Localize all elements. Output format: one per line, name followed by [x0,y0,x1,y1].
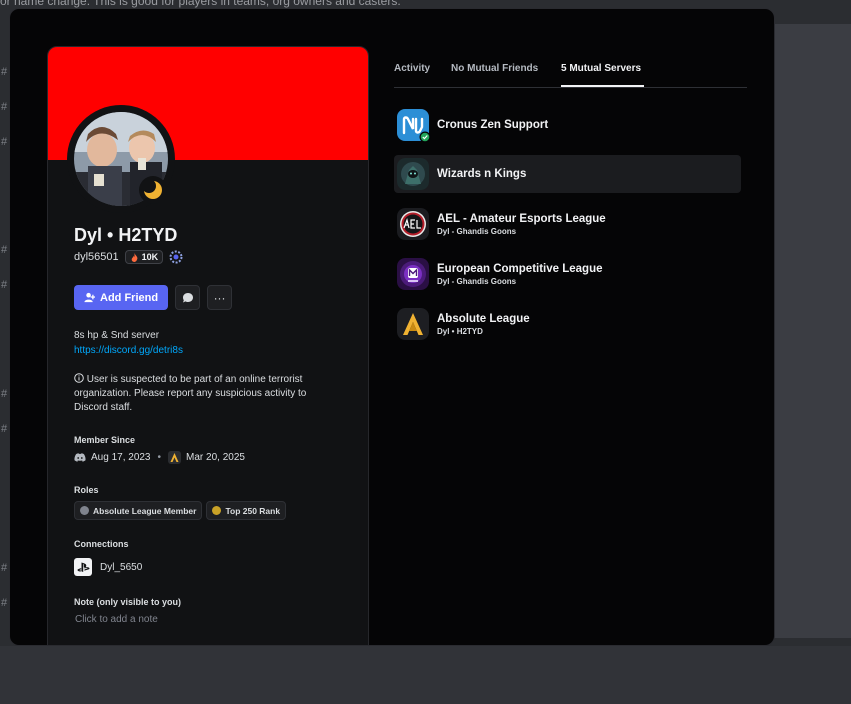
channel-hash-icon: # [1,66,8,78]
background-text: or name change. This is good for players… [0,0,401,8]
mutual-server-item[interactable]: Absolute League Dyl • H2TYD [394,305,741,343]
channel-hash-icon: # [1,597,8,609]
roles-list: Absolute League Member Top 250 Rank [74,501,287,520]
channel-hash-icon: # [1,388,8,400]
channel-hash-icon: # [1,562,8,574]
profile-tabs: Activity No Mutual Friends 5 Mutual Serv… [394,59,747,88]
add-friend-button[interactable]: Add Friend [74,285,169,310]
active-tab-indicator [561,85,644,87]
discord-member-date: Aug 17, 2023 [91,452,151,463]
username: dyl56501 [74,251,119,263]
server-name: Absolute League [437,312,530,325]
member-since-label: Member Since [74,435,136,445]
username-row: dyl56501 10K [74,250,183,264]
member-since-row: Aug 17, 2023 • Mar 20, 2025 [74,451,245,464]
bio-text: 8s hp & Snd server [74,330,160,341]
more-icon: ··· [213,290,226,305]
idle-status-icon [139,176,167,204]
wizards-icon [397,158,429,190]
connections-label: Connections [74,539,129,549]
background-footer [0,646,851,704]
server-member-date: Mar 20, 2025 [186,452,245,463]
server-nickname: Dyl • H2TYD [437,326,483,336]
roles-label: Roles [74,485,99,495]
bio-link[interactable]: https://discord.gg/detri8s [74,345,183,356]
profile-actions: Add Friend ··· [74,285,233,310]
more-options-button[interactable]: ··· [207,285,233,310]
connection-item[interactable]: Dyl_5650 [74,558,142,576]
flame-icon [131,252,138,262]
server-nickname: Dyl - Ghandis Goons [437,226,517,236]
role-color-dot [80,506,89,515]
channel-hash-icon: # [1,279,8,291]
server-name: Cronus Zen Support [437,119,549,131]
mutual-server-item[interactable]: European Competitive League Dyl - Ghandi… [394,255,741,293]
server-icon-absolute [168,451,182,464]
server-tag-badge[interactable]: 10K [124,250,164,264]
user-profile-modal: Dyl • H2TYD dyl56501 10K Add Friend ··· … [9,8,775,646]
bio-notice: User is suspected to be part of an onlin… [74,373,307,413]
absolute-league-icon [397,308,429,340]
channel-hash-icon: # [1,101,8,113]
mutual-server-item[interactable]: Wizards n Kings [394,155,741,193]
server-nickname: Dyl - Ghandis Goons [437,276,517,286]
server-name: European Competitive League [437,262,603,275]
background-panel [770,24,851,638]
server-name: Wizards n Kings [437,168,527,180]
playstation-icon [74,558,92,576]
info-icon [74,373,84,383]
add-user-icon [84,292,95,303]
role-chip[interactable]: Top 250 Rank [206,501,287,520]
display-name: Dyl • H2TYD [74,225,178,245]
channel-hash-icon: # [1,244,8,256]
note-input[interactable]: Click to add a note [75,614,158,625]
ecl-icon [397,258,429,290]
channel-hash-icon: # [1,136,8,148]
separator-dot: • [157,452,162,463]
tab-activity[interactable]: Activity [394,63,430,74]
tab-mutual-servers[interactable]: 5 Mutual Servers [561,63,641,74]
connection-name: Dyl_5650 [100,561,143,573]
role-chip[interactable]: Absolute League Member [74,501,203,520]
ael-icon [397,208,429,240]
discord-icon [74,452,86,462]
channel-hash-icon: # [1,423,8,435]
server-name: AEL - Amateur Esports League [437,212,606,225]
chat-bubble-icon [182,292,193,302]
avatar-container[interactable] [67,105,175,213]
role-color-dot [212,506,222,515]
nitro-badge-icon[interactable] [169,250,183,264]
cronus-zen-icon [397,109,431,143]
note-label: Note (only visible to you) [74,597,182,607]
mutual-server-item[interactable]: AEL - Amateur Esports League Dyl - Ghand… [394,205,741,243]
tab-mutual-friends[interactable]: No Mutual Friends [451,63,538,74]
profile-card: Dyl • H2TYD dyl56501 10K Add Friend ··· … [47,46,369,645]
mutual-server-item[interactable]: Cronus Zen Support [394,106,741,144]
message-button[interactable] [175,285,201,310]
